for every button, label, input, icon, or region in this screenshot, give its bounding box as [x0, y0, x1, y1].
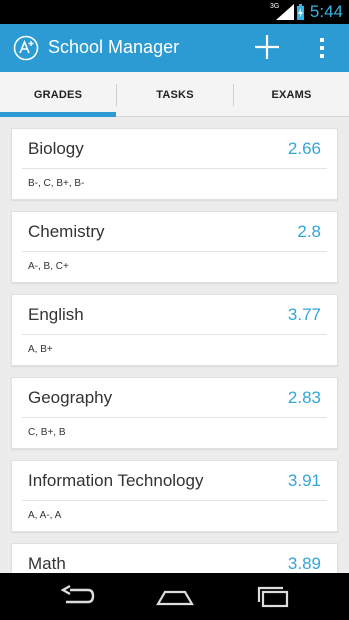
subject-name: Information Technology — [28, 471, 204, 490]
card-divider — [22, 417, 327, 418]
subject-grades: B-, C, B+, B- — [28, 178, 85, 189]
plus-icon[interactable] — [252, 32, 282, 62]
battery-charging-icon — [297, 4, 304, 20]
subject-grades: A, B+ — [28, 344, 53, 355]
subject-grades: A, A-, A — [28, 510, 62, 521]
card-divider — [22, 334, 327, 335]
subject-card-chemistry[interactable]: Chemistry 2.8 A-, B, C+ — [11, 211, 338, 283]
card-divider — [22, 251, 327, 252]
subject-grades: C, B+, B — [28, 427, 66, 438]
action-bar: School Manager — [0, 24, 349, 72]
subject-list[interactable]: Biology 2.66 B-, C, B+, B- Chemistry 2.8… — [0, 117, 349, 573]
subject-average: 3.89 — [287, 554, 321, 573]
signal-icon — [276, 4, 294, 20]
subject-average: 2.83 — [287, 388, 321, 407]
tab-bar: GRADES TASKS EXAMS — [0, 72, 349, 117]
status-time: 5:44 — [309, 2, 343, 21]
subject-card-english[interactable]: English 3.77 A, B+ — [11, 294, 338, 366]
subject-average: 2.66 — [287, 139, 321, 158]
subject-average: 3.77 — [287, 305, 321, 324]
app-title: School Manager — [48, 37, 180, 57]
subject-name: Math — [28, 554, 66, 573]
home-icon[interactable] — [155, 584, 195, 608]
subject-card-math[interactable]: Math 3.89 — [11, 543, 338, 573]
subject-name: Biology — [28, 139, 84, 158]
navigation-bar — [0, 573, 349, 620]
subject-name: English — [28, 305, 84, 324]
subject-name: Geography — [28, 388, 113, 407]
card-divider — [22, 168, 327, 169]
back-icon[interactable] — [60, 584, 96, 608]
card-divider — [22, 500, 327, 501]
subject-name: Chemistry — [28, 222, 105, 241]
subject-card-information-technology[interactable]: Information Technology 3.91 A, A-, A — [11, 460, 338, 532]
a-plus-logo-icon[interactable] — [13, 35, 39, 61]
status-bar: 3G 5:44 — [0, 0, 349, 24]
subject-card-geography[interactable]: Geography 2.83 C, B+, B — [11, 377, 338, 449]
overflow-menu-icon[interactable] — [312, 34, 332, 62]
tab-grades[interactable]: GRADES — [0, 72, 116, 117]
subject-card-biology[interactable]: Biology 2.66 B-, C, B+, B- — [11, 128, 338, 200]
tab-tasks[interactable]: TASKS — [117, 72, 233, 117]
recent-apps-icon[interactable] — [255, 584, 291, 608]
tab-exams[interactable]: EXAMS — [234, 72, 349, 117]
subject-grades: A-, B, C+ — [28, 261, 69, 272]
subject-average: 2.8 — [297, 222, 321, 241]
subject-average: 3.91 — [287, 471, 321, 490]
